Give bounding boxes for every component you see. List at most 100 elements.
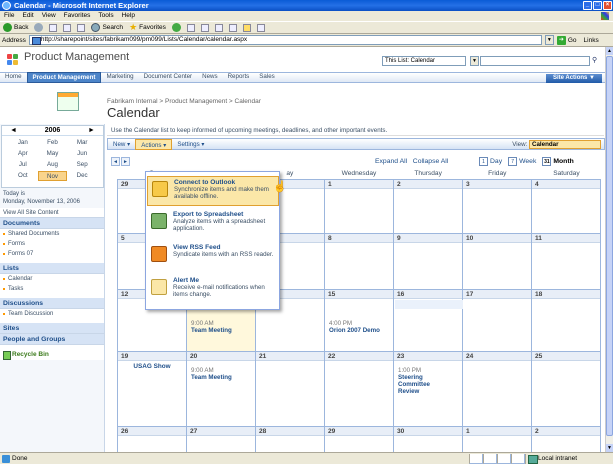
calendar-day[interactable]: 2 (532, 427, 601, 452)
calendar-day[interactable]: 29 (325, 427, 394, 452)
menu-edit[interactable]: Edit (22, 11, 33, 21)
site-title[interactable]: Product Management (24, 51, 129, 63)
favorites-button[interactable]: ★ Favorites (128, 22, 167, 33)
month-mar[interactable]: Mar (67, 138, 97, 148)
month-jan[interactable]: Jan (8, 138, 38, 148)
breadcrumb[interactable]: Fabrikam Internal > Product Management >… (107, 98, 261, 105)
menu-tools[interactable]: Tools (98, 11, 113, 21)
actions-menu-button[interactable]: Actions ▾ (135, 138, 173, 150)
topnav-news[interactable]: News (197, 72, 222, 83)
week-view-button[interactable]: 7 Week (508, 157, 536, 166)
ql-calendar[interactable]: Calendar (0, 274, 104, 284)
menu-file[interactable]: File (4, 11, 14, 21)
folder-button[interactable] (242, 22, 252, 33)
topnav-marketing[interactable]: Marketing (101, 72, 138, 83)
search-icon[interactable]: ⚲ (592, 56, 601, 66)
calendar-day[interactable]: 23 1:00 PM Steering Committee Review (394, 352, 463, 427)
ql-sites-heading[interactable]: Sites (0, 323, 104, 334)
media-button[interactable] (171, 22, 182, 33)
calendar-day[interactable]: 8 (325, 234, 394, 290)
menu-view[interactable]: View (42, 11, 56, 21)
search-scope-select[interactable]: This List: Calendar (382, 56, 466, 66)
forward-button[interactable] (33, 22, 44, 33)
calendar-day[interactable]: 4 (532, 180, 601, 234)
calendar-day[interactable]: 15 4:00 PM Orion 2007 Demo (325, 290, 394, 352)
calendar-day[interactable]: 1 (325, 180, 394, 234)
messenger-button[interactable] (256, 22, 266, 33)
ql-documents-heading[interactable]: Documents (0, 218, 104, 229)
mail-button[interactable] (200, 22, 210, 33)
view-dropdown[interactable]: Calendar (529, 140, 601, 149)
topnav-product-management[interactable]: Product Management (26, 72, 102, 83)
history-button[interactable] (186, 22, 196, 33)
minimize-button[interactable]: _ (583, 1, 592, 10)
calendar-day[interactable]: 26 (118, 427, 187, 452)
topnav-reports[interactable]: Reports (223, 72, 255, 83)
connect-to-outlook-item[interactable]: Connect to Outlook Synchronize items and … (147, 176, 279, 206)
ql-lists-heading[interactable]: Lists (0, 263, 104, 274)
home-button[interactable] (76, 22, 86, 33)
menu-help[interactable]: Help (122, 11, 135, 21)
scroll-up-arrow[interactable]: ▲ (606, 47, 613, 55)
expand-all-link[interactable]: Expand All (375, 158, 407, 165)
month-jul[interactable]: Jul (8, 160, 38, 170)
topnav-home[interactable]: Home (0, 72, 27, 83)
event-team-meeting[interactable]: 9:00 AM Team Meeting (187, 320, 255, 334)
month-aug[interactable]: Aug (38, 160, 68, 170)
calendar-day[interactable]: 21 (256, 352, 325, 427)
month-dec[interactable]: Dec (67, 171, 97, 181)
calendar-day[interactable]: 19 USAG Show (118, 352, 187, 427)
alert-me-item[interactable]: Alert Me Receive e-mail notifications whe… (147, 275, 279, 305)
calendar-day[interactable]: 10 (463, 234, 532, 290)
scrollbar-thumb[interactable] (606, 56, 613, 436)
month-sep[interactable]: Sep (67, 160, 97, 170)
calendar-day[interactable]: 28 (256, 427, 325, 452)
recycle-bin-link[interactable]: Recycle Bin (0, 349, 104, 360)
event-team-meeting[interactable]: 9:00 AM Team Meeting (187, 367, 255, 381)
back-button[interactable]: Back (2, 22, 29, 33)
calendar-day[interactable]: 18 (532, 290, 601, 352)
ql-team-discussion[interactable]: Team Discussion (0, 309, 104, 319)
ql-forms-07[interactable]: Forms 07 (0, 249, 104, 259)
topnav-document-center[interactable]: Document Center (139, 72, 198, 83)
ql-forms[interactable]: Forms (0, 239, 104, 249)
calendar-day[interactable]: 22 (325, 352, 394, 427)
month-apr[interactable]: Apr (8, 149, 38, 159)
next-month-arrow[interactable]: ► (121, 157, 130, 166)
print-button[interactable] (214, 22, 224, 33)
export-to-spreadsheet-item[interactable]: Export to Spreadsheet Analyze items with … (147, 209, 279, 239)
collapse-all-link[interactable]: Collapse All (413, 158, 449, 165)
calendar-day[interactable]: 24 (463, 352, 532, 427)
prev-month-arrow[interactable]: ◄ (111, 157, 120, 166)
prev-year-arrow[interactable]: ◄ (10, 127, 17, 134)
event-steering-committee[interactable]: 1:00 PM Steering Committee Review (394, 367, 444, 395)
address-dropdown[interactable]: ▼ (544, 35, 554, 45)
settings-menu-button[interactable]: Settings ▾ (172, 139, 209, 150)
view-all-site-content-link[interactable]: View All Site Content (0, 208, 104, 218)
month-view-button[interactable]: 31 Month (542, 157, 574, 166)
next-year-arrow[interactable]: ► (88, 127, 95, 134)
site-actions-button[interactable]: Site Actions ▼ (545, 74, 602, 83)
search-scope-dropdown[interactable]: ▼ (470, 56, 479, 66)
calendar-day[interactable]: 16 USAG Show (394, 290, 599, 352)
ql-tasks[interactable]: Tasks (0, 284, 104, 294)
new-menu-button[interactable]: New ▾ (108, 139, 135, 150)
close-button[interactable]: × (603, 1, 612, 10)
event-orion-demo[interactable]: 4:00 PM Orion 2007 Demo (325, 320, 393, 334)
ql-shared-documents[interactable]: Shared Documents (0, 229, 104, 239)
edit-button[interactable] (228, 22, 238, 33)
calendar-day[interactable]: 17 (463, 290, 532, 352)
month-oct[interactable]: Oct (8, 171, 38, 181)
calendar-day[interactable]: 11 (532, 234, 601, 290)
calendar-day[interactable]: 2 (394, 180, 463, 234)
stop-button[interactable] (48, 22, 58, 33)
ql-people-groups-heading[interactable]: People and Groups (0, 334, 104, 345)
month-jun[interactable]: Jun (67, 149, 97, 159)
calendar-day[interactable]: 1 (463, 427, 532, 452)
search-input[interactable] (480, 56, 590, 66)
calendar-day[interactable]: 20 9:00 AM Team Meeting (187, 352, 256, 427)
calendar-day[interactable]: 9 (394, 234, 463, 290)
event-usag-show-cont[interactable]: USAG Show (119, 362, 185, 371)
calendar-day[interactable]: 25 (532, 352, 601, 427)
ql-discussions-heading[interactable]: Discussions (0, 298, 104, 309)
